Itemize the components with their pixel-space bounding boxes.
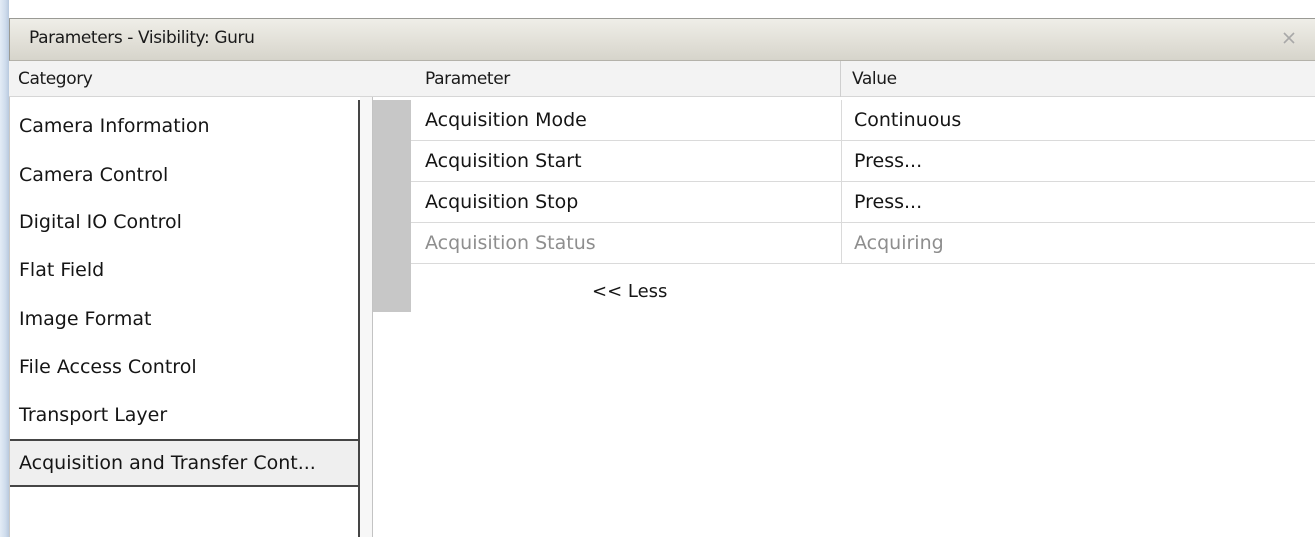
parameter-value-readonly: Acquiring <box>841 223 1315 263</box>
category-item-acquisition-and-transfer-control[interactable]: Acquisition and Transfer Cont... <box>10 439 358 487</box>
value-column-header[interactable]: Value <box>852 69 897 89</box>
parameter-name: Acquisition Status <box>425 232 596 254</box>
parameter-row[interactable]: Acquisition Start Press... <box>411 141 1315 182</box>
parameter-name: Acquisition Start <box>425 150 582 172</box>
category-item-file-access-control[interactable]: File Access Control <box>10 343 358 391</box>
parameters-window: Parameters - Visibility: Guru Category P… <box>0 0 1315 537</box>
category-list: Camera Information Camera Control Digita… <box>10 100 360 537</box>
category-item-image-format[interactable]: Image Format <box>10 295 358 343</box>
parameter-row[interactable]: Acquisition Stop Press... <box>411 182 1315 223</box>
parameter-value-button[interactable]: Press... <box>841 141 1315 181</box>
close-icon <box>1283 32 1295 44</box>
parameter-row: Acquisition Status Acquiring <box>411 223 1315 264</box>
category-item-digital-io-control[interactable]: Digital IO Control <box>10 198 358 246</box>
row-header-strip <box>373 100 411 312</box>
less-toggle-link[interactable]: << Less <box>592 281 667 302</box>
parameter-row[interactable]: Acquisition Mode Continuous <box>411 100 1315 141</box>
column-header-divider[interactable] <box>840 61 841 97</box>
close-button[interactable] <box>1277 26 1301 50</box>
window-left-border <box>0 0 9 537</box>
parameter-value-field[interactable]: Continuous <box>841 100 1315 140</box>
title-bar[interactable]: Parameters - Visibility: Guru <box>9 18 1315 61</box>
parameter-name: Acquisition Stop <box>425 191 579 213</box>
parameter-column-header[interactable]: Parameter <box>425 69 510 89</box>
column-header-row: Category Parameter Value <box>9 61 1315 97</box>
window-title: Parameters - Visibility: Guru <box>29 28 255 48</box>
category-item-camera-control[interactable]: Camera Control <box>10 151 358 199</box>
category-item-flat-field[interactable]: Flat Field <box>10 246 358 294</box>
category-item-transport-layer[interactable]: Transport Layer <box>10 391 358 439</box>
parameter-grid: Acquisition Mode Continuous Acquisition … <box>373 100 1315 537</box>
parameter-name: Acquisition Mode <box>425 109 587 131</box>
category-item-camera-information[interactable]: Camera Information <box>10 102 358 150</box>
panel-splitter[interactable] <box>360 97 373 537</box>
category-column-header[interactable]: Category <box>18 69 93 89</box>
parameter-value-button[interactable]: Press... <box>841 182 1315 222</box>
